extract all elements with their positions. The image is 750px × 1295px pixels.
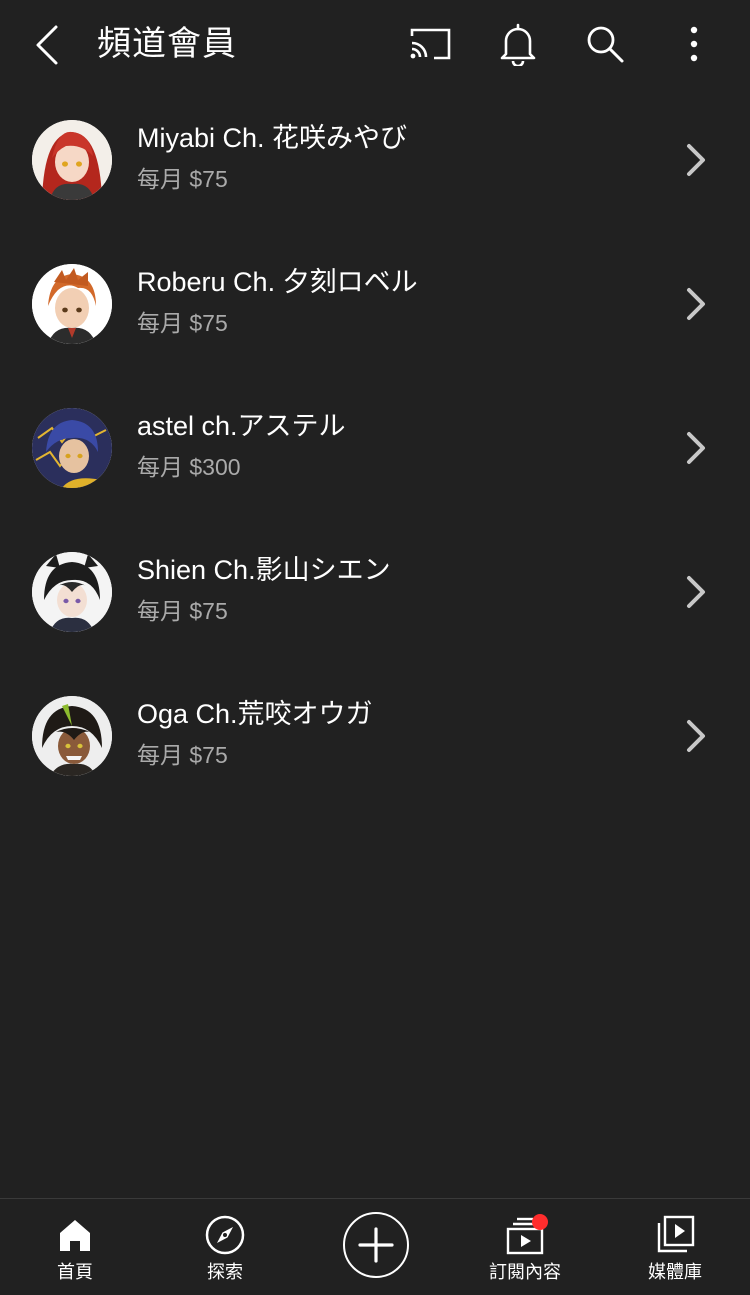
- nav-home[interactable]: 首頁: [0, 1199, 150, 1295]
- membership-price: 每月 $75: [137, 310, 228, 336]
- notification-dot: [532, 1214, 548, 1230]
- membership-row[interactable]: astel ch.アステル 每月 $300: [0, 376, 750, 520]
- more-vert-icon: [690, 26, 698, 62]
- nav-library-label: 媒體庫: [648, 1262, 702, 1282]
- channel-avatar: [32, 696, 112, 776]
- membership-row[interactable]: Shien Ch.影山シエン 每月 $75: [0, 520, 750, 664]
- channel-avatar: [32, 552, 112, 632]
- create-button[interactable]: [343, 1212, 409, 1278]
- more-options-button[interactable]: [669, 19, 719, 69]
- channel-avatar: [32, 120, 112, 200]
- bottom-navigation: 首頁 探索 訂閱內容 媒體庫: [0, 1198, 750, 1295]
- page-title: 頻道會員: [97, 25, 237, 63]
- bell-icon: [500, 23, 536, 66]
- library-icon: [657, 1215, 695, 1253]
- cast-button[interactable]: [405, 19, 455, 69]
- chevron-right-icon: [676, 428, 716, 468]
- back-arrow-icon: [36, 25, 58, 65]
- chevron-right-icon: [676, 716, 716, 756]
- channel-name: Oga Ch.荒咬オウガ: [137, 699, 373, 729]
- channel-name: Roberu Ch. 夕刻ロベル: [137, 267, 418, 297]
- membership-price: 每月 $75: [137, 598, 228, 624]
- plus-icon: [358, 1227, 394, 1263]
- membership-row[interactable]: Oga Ch.荒咬オウガ 每月 $75: [0, 664, 750, 808]
- membership-row[interactable]: Roberu Ch. 夕刻ロベル 每月 $75: [0, 232, 750, 376]
- channel-name: Miyabi Ch. 花咲みやび: [137, 123, 408, 153]
- chevron-right-icon: [676, 284, 716, 324]
- membership-row[interactable]: Miyabi Ch. 花咲みやび 每月 $75: [0, 88, 750, 232]
- nav-create[interactable]: [300, 1199, 450, 1295]
- cast-icon: [410, 28, 451, 60]
- membership-price: 每月 $75: [137, 742, 228, 768]
- compass-icon: [205, 1215, 245, 1255]
- chevron-right-icon: [676, 572, 716, 612]
- membership-price: 每月 $300: [137, 454, 241, 480]
- home-icon: [60, 1220, 90, 1251]
- channel-avatar: [32, 264, 112, 344]
- nav-home-label: 首頁: [57, 1262, 93, 1282]
- channel-name: astel ch.アステル: [137, 411, 346, 441]
- search-button[interactable]: [580, 19, 630, 69]
- nav-subscriptions-label: 訂閱內容: [489, 1262, 561, 1282]
- top-app-bar: 頻道會員: [0, 0, 750, 88]
- notifications-button[interactable]: [493, 19, 543, 69]
- nav-explore-label: 探索: [207, 1262, 243, 1282]
- search-icon: [587, 26, 624, 63]
- nav-library[interactable]: 媒體庫: [600, 1199, 750, 1295]
- channel-avatar: [32, 408, 112, 488]
- nav-subscriptions[interactable]: 訂閱內容: [450, 1199, 600, 1295]
- membership-list: Miyabi Ch. 花咲みやび 每月 $75 Roberu Ch. 夕刻ロベル…: [0, 88, 750, 808]
- nav-explore[interactable]: 探索: [150, 1199, 300, 1295]
- channel-name: Shien Ch.影山シエン: [137, 555, 391, 585]
- chevron-right-icon: [676, 140, 716, 180]
- membership-price: 每月 $75: [137, 166, 228, 192]
- back-button[interactable]: [22, 20, 72, 70]
